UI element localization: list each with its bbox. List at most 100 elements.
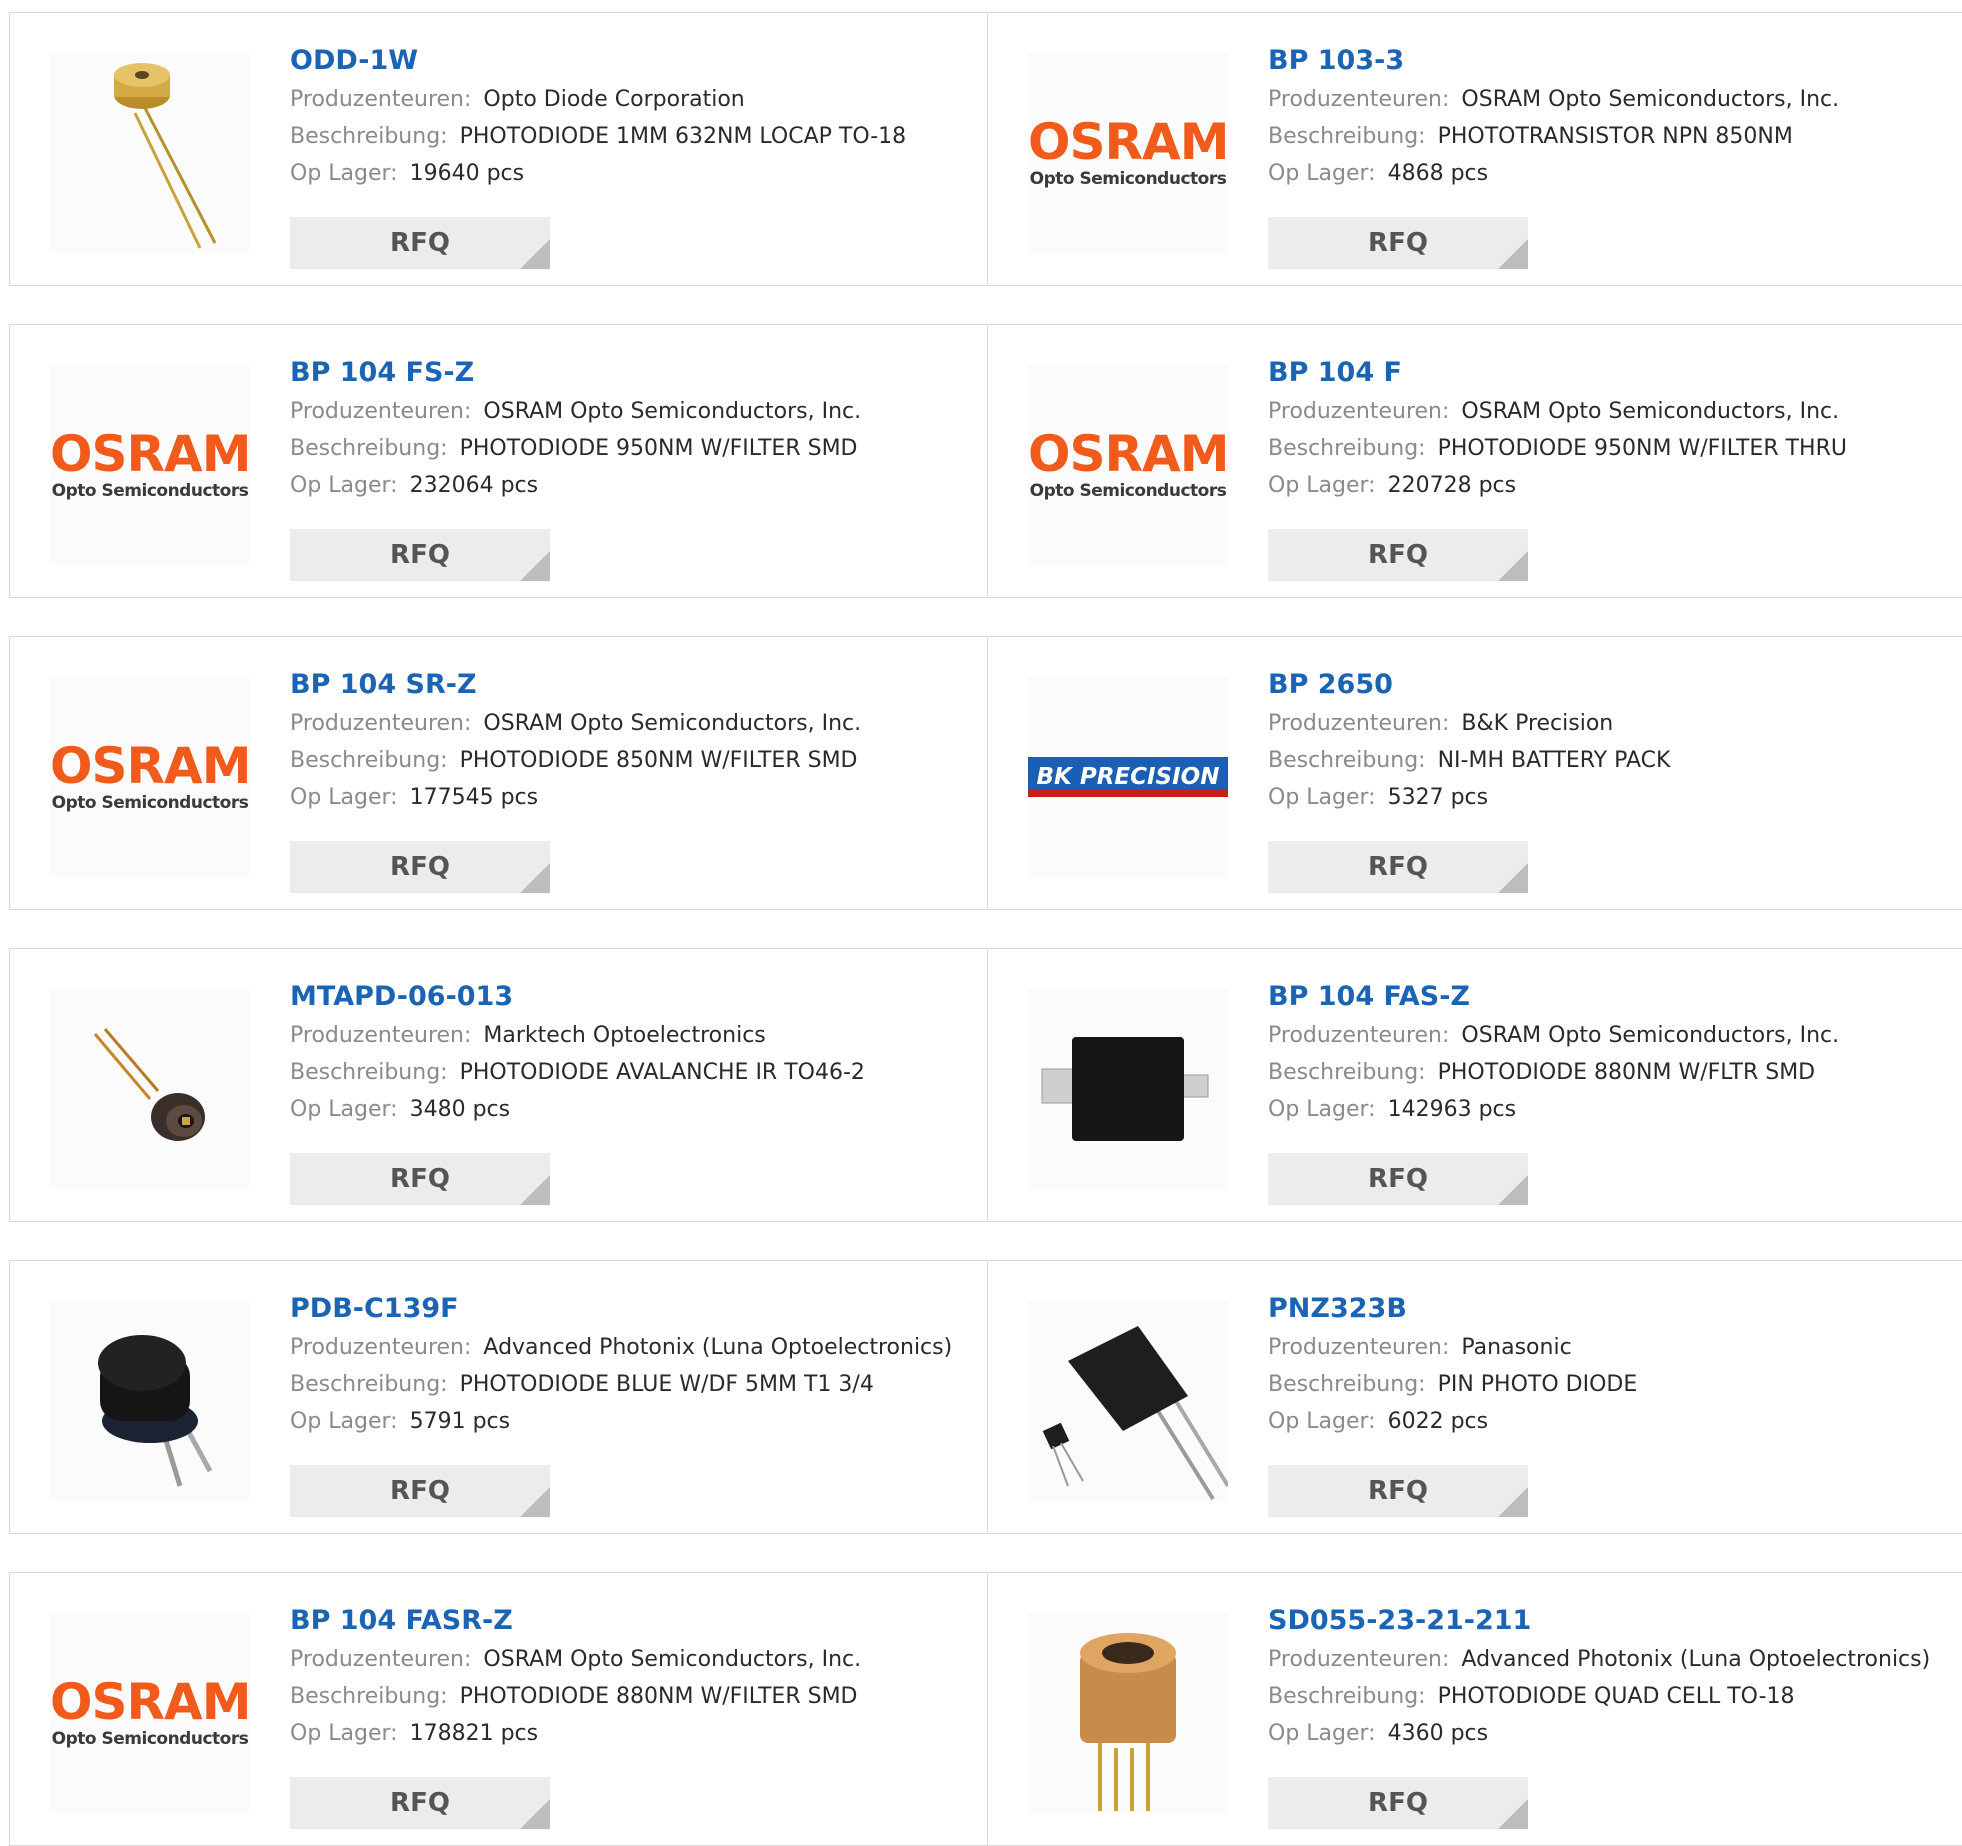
product-image[interactable]: OSRAM Opto Semiconductors [1028,53,1229,253]
stock-value: 178821 pcs [409,1721,539,1746]
product-image[interactable]: OSRAM Opto Semiconductors [1028,365,1229,565]
smd-black-package-image [1041,1037,1209,1141]
rfq-button[interactable]: RFQ [1268,841,1528,893]
product-row: PDB-C139F Produzenteuren: Advanced Photoni… [9,1260,1962,1534]
rfq-label: RFQ [1368,228,1428,258]
manufacturer-value: OSRAM Opto Semiconductors, Inc. [483,1647,862,1672]
manufacturer-line: Produzenteuren: OSRAM Opto Semiconductors… [290,705,977,742]
manufacturer-label: Produzenteuren: [1268,399,1450,424]
rfq-label: RFQ [390,1476,450,1506]
description-label: Beschreibung: [1268,1060,1426,1085]
corner-triangle-icon [1498,551,1528,581]
manufacturer-line: Produzenteuren: OSRAM Opto Semiconductors… [1268,393,1958,430]
stock-line: Op Lager: 177545 pcs [290,779,977,816]
description-line: Beschreibung: NI-MH BATTERY PACK [1268,742,1958,779]
product-image[interactable]: OSRAM Opto Semiconductors [50,365,251,565]
description-label: Beschreibung: [1268,1684,1426,1709]
stock-line: Op Lager: 5327 pcs [1268,779,1958,816]
manufacturer-line: Produzenteuren: Marktech Optoelectronics [290,1017,977,1054]
product-info: BP 104 SR-Z Produzenteuren: OSRAM Opto Sem… [290,665,977,816]
description-value: PHOTODIODE 950NM W/FILTER THRU [1437,436,1847,461]
product-card: PNZ323B Produzenteuren: Panasonic Beschreib… [988,1261,1962,1533]
rfq-button[interactable]: RFQ [290,1777,550,1829]
product-image[interactable]: BK PRECISION [1028,677,1228,877]
product-image[interactable] [50,1301,250,1501]
product-name-link[interactable]: PNZ323B [1268,1289,1958,1329]
description-label: Beschreibung: [1268,124,1426,149]
stock-value: 5791 pcs [409,1409,511,1434]
stock-label: Op Lager: [1268,1097,1376,1122]
product-info: BP 2650 Produzenteuren: B&K Precision Besch… [1268,665,1958,816]
corner-triangle-icon [1498,1799,1528,1829]
product-grid: ODD-1W Produzenteuren: Opto Diode Corporat… [0,0,1962,1846]
product-row: OSRAM Opto Semiconductors BP 104 FS-Z Produ… [9,324,1962,598]
product-image[interactable] [1028,1613,1228,1813]
product-info: PNZ323B Produzenteuren: Panasonic Beschreib… [1268,1289,1958,1440]
product-row: ODD-1W Produzenteuren: Opto Diode Corporat… [9,12,1962,286]
rfq-button[interactable]: RFQ [1268,529,1528,581]
stock-line: Op Lager: 178821 pcs [290,1715,977,1752]
osram-logo: OSRAM Opto Semiconductors [50,425,251,501]
product-row: OSRAM Opto Semiconductors BP 104 SR-Z Produ… [9,636,1962,910]
manufacturer-label: Produzenteuren: [290,399,472,424]
description-label: Beschreibung: [290,1684,448,1709]
product-card: OSRAM Opto Semiconductors BP 104 SR-Z Produ… [10,637,988,909]
description-label: Beschreibung: [290,124,448,149]
corner-triangle-icon [520,863,550,893]
manufacturer-label: Produzenteuren: [290,87,472,112]
product-card: OSRAM Opto Semiconductors BP 104 F Produzen… [988,325,1962,597]
stock-line: Op Lager: 5791 pcs [290,1403,977,1440]
product-image[interactable] [50,53,250,253]
product-name-link[interactable]: BP 2650 [1268,665,1958,705]
stock-value: 19640 pcs [409,161,525,186]
product-name-link[interactable]: BP 104 FASR-Z [290,1601,977,1641]
manufacturer-line: Produzenteuren: OSRAM Opto Semiconductors… [290,393,977,430]
product-name-link[interactable]: ODD-1W [290,41,977,81]
description-label: Beschreibung: [290,1372,448,1397]
rfq-button[interactable]: RFQ [290,529,550,581]
description-value: PHOTODIODE 880NM W/FILTER SMD [459,1684,858,1709]
product-name-link[interactable]: BP 104 FS-Z [290,353,977,393]
description-line: Beschreibung: PHOTODIODE 950NM W/FILTER T… [1268,430,1958,467]
stock-line: Op Lager: 4360 pcs [1268,1715,1958,1752]
manufacturer-value: OSRAM Opto Semiconductors, Inc. [1461,399,1840,424]
rfq-label: RFQ [390,1788,450,1818]
rfq-button[interactable]: RFQ [290,1153,550,1205]
product-image[interactable]: OSRAM Opto Semiconductors [50,677,251,877]
rfq-label: RFQ [1368,852,1428,882]
t1-black-photodiode-image [98,1335,213,1487]
rfq-button[interactable]: RFQ [1268,1153,1528,1205]
product-name-link[interactable]: BP 104 SR-Z [290,665,977,705]
rfq-button[interactable]: RFQ [290,841,550,893]
stock-label: Op Lager: [290,785,398,810]
corner-triangle-icon [520,1799,550,1829]
product-image[interactable] [1028,1301,1228,1501]
product-info: BP 103-3 Produzenteuren: OSRAM Opto Semico… [1268,41,1958,192]
stock-value: 220728 pcs [1387,473,1517,498]
rfq-button[interactable]: RFQ [1268,1777,1528,1829]
product-image[interactable] [50,989,250,1189]
rfq-button[interactable]: RFQ [1268,217,1528,269]
rfq-button[interactable]: RFQ [290,1465,550,1517]
product-image[interactable] [1028,989,1228,1189]
manufacturer-line: Produzenteuren: Advanced Photonix (Luna O… [1268,1641,1958,1678]
product-name-link[interactable]: BP 104 FAS-Z [1268,977,1958,1017]
to18-gold-photodiode-image [114,63,217,249]
manufacturer-value: OSRAM Opto Semiconductors, Inc. [483,711,862,736]
product-image[interactable]: OSRAM Opto Semiconductors [50,1613,251,1813]
product-name-link[interactable]: SD055-23-21-211 [1268,1601,1958,1641]
description-value: PHOTOTRANSISTOR NPN 850NM [1437,124,1793,149]
product-name-link[interactable]: BP 104 F [1268,353,1958,393]
quad-cell-to18-image [1080,1633,1176,1811]
product-info: MTAPD-06-013 Produzenteuren: Marktech Opto… [290,977,977,1128]
manufacturer-label: Produzenteuren: [1268,711,1450,736]
rfq-button[interactable]: RFQ [290,217,550,269]
stock-line: Op Lager: 19640 pcs [290,155,977,192]
product-name-link[interactable]: BP 103-3 [1268,41,1958,81]
osram-logo: OSRAM Opto Semiconductors [50,737,251,813]
product-name-link[interactable]: PDB-C139F [290,1289,977,1329]
description-line: Beschreibung: PIN PHOTO DIODE [1268,1366,1958,1403]
product-name-link[interactable]: MTAPD-06-013 [290,977,977,1017]
rfq-button[interactable]: RFQ [1268,1465,1528,1517]
stock-line: Op Lager: 232064 pcs [290,467,977,504]
